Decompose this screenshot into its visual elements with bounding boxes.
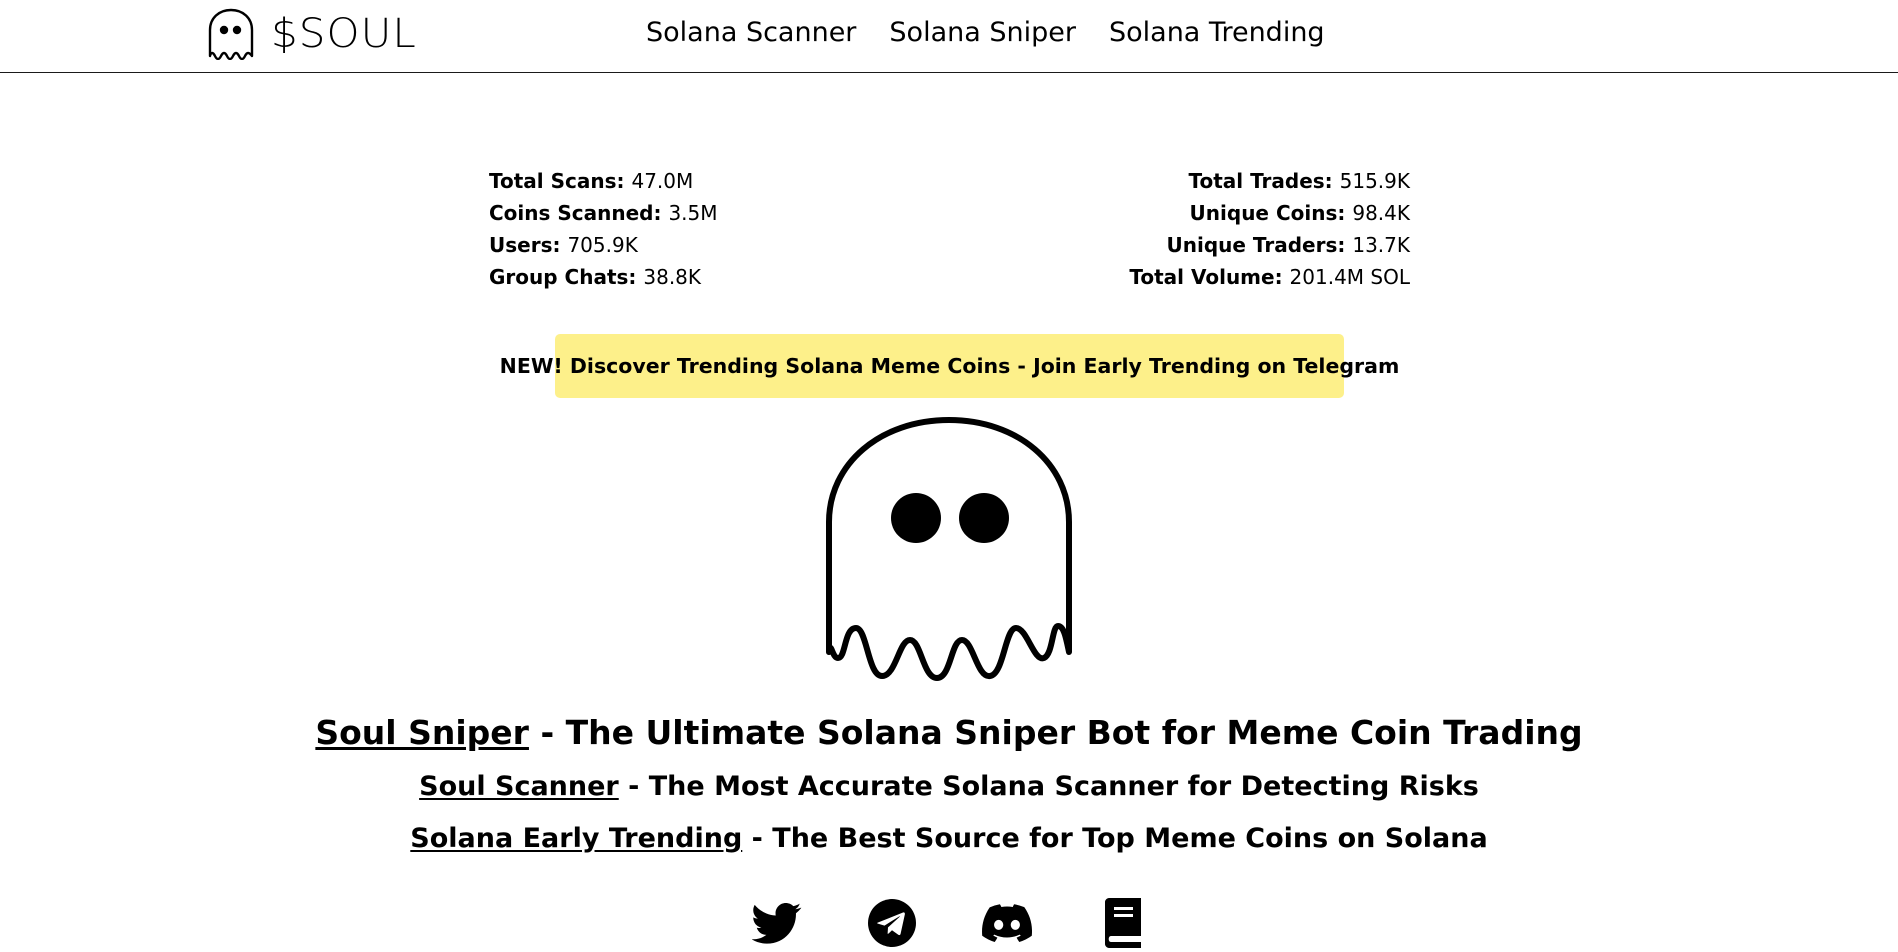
- stat-label: Total Scans:: [489, 169, 632, 193]
- nav-solana-sniper[interactable]: Solana Sniper: [889, 17, 1076, 48]
- logo-link[interactable]: $SOUL: [207, 4, 416, 64]
- stat-value: 705.9K: [567, 233, 638, 257]
- twitter-icon[interactable]: [751, 898, 802, 948]
- early-trending-link[interactable]: Solana Early Trending: [410, 823, 742, 854]
- tagline-early-trending: Solana Early Trending - The Best Source …: [0, 823, 1898, 854]
- early-trending-banner[interactable]: NEW! Discover Trending Solana Meme Coins…: [500, 334, 1399, 398]
- stat-coins-scanned: Coins Scanned: 3.5M: [489, 197, 718, 229]
- stat-label: Unique Traders:: [1166, 233, 1353, 257]
- stat-label: Total Trades:: [1188, 169, 1340, 193]
- stat-value: 98.4K: [1352, 201, 1410, 225]
- stat-label: Unique Coins:: [1189, 201, 1353, 225]
- discord-icon[interactable]: [982, 898, 1033, 948]
- tagline-text: - The Best Source for Top Meme Coins on …: [742, 823, 1488, 854]
- soul-scanner-link[interactable]: Soul Scanner: [419, 771, 619, 802]
- tagline-soul-sniper: Soul Sniper - The Ultimate Solana Sniper…: [0, 713, 1898, 752]
- stat-users: Users: 705.9K: [489, 229, 718, 261]
- stat-value: 515.9K: [1339, 169, 1410, 193]
- tagline-text: - The Most Accurate Solana Scanner for D…: [618, 771, 1479, 802]
- stats-panel: Total Scans: 47.0M Coins Scanned: 3.5M U…: [489, 165, 1410, 293]
- soul-sniper-link[interactable]: Soul Sniper: [315, 713, 529, 752]
- stat-unique-coins: Unique Coins: 98.4K: [1190, 197, 1410, 229]
- ghost-logo-icon: [208, 8, 254, 60]
- stats-right-column: Total Trades: 515.9K Unique Coins: 98.4K…: [1129, 165, 1410, 293]
- stat-total-scans: Total Scans: 47.0M: [489, 165, 718, 197]
- tagline-text: - The Ultimate Solana Sniper Bot for Mem…: [528, 713, 1583, 752]
- nav-solana-trending[interactable]: Solana Trending: [1109, 17, 1325, 48]
- stat-label: Total Volume:: [1129, 265, 1290, 289]
- ghost-mascot-icon: [826, 417, 1072, 681]
- stat-value: 3.5M: [668, 201, 718, 225]
- stat-value: 201.4M SOL: [1289, 265, 1410, 289]
- stat-total-trades: Total Trades: 515.9K: [1188, 165, 1410, 197]
- site-header: $SOUL Solana Scanner Solana Sniper Solan…: [0, 0, 1898, 73]
- stat-value: 13.7K: [1352, 233, 1410, 257]
- stat-unique-traders: Unique Traders: 13.7K: [1167, 229, 1411, 261]
- telegram-icon[interactable]: [867, 898, 917, 948]
- stat-label: Group Chats:: [489, 265, 644, 289]
- docs-book-icon[interactable]: [1097, 898, 1147, 948]
- stat-group-chats: Group Chats: 38.8K: [489, 261, 718, 293]
- social-links: [751, 898, 1147, 948]
- stat-value: 38.8K: [643, 265, 702, 289]
- main-nav: Solana Scanner Solana Sniper Solana Tren…: [646, 12, 1325, 52]
- stat-value: 47.0M: [631, 169, 694, 193]
- tagline-soul-scanner: Soul Scanner - The Most Accurate Solana …: [0, 771, 1898, 802]
- stat-label: Coins Scanned:: [489, 201, 669, 225]
- stat-label: Users:: [489, 233, 568, 257]
- nav-solana-scanner[interactable]: Solana Scanner: [646, 17, 856, 48]
- logo-text: $SOUL: [271, 11, 417, 57]
- stats-left-column: Total Scans: 47.0M Coins Scanned: 3.5M U…: [489, 165, 718, 293]
- stat-total-volume: Total Volume: 201.4M SOL: [1129, 261, 1410, 293]
